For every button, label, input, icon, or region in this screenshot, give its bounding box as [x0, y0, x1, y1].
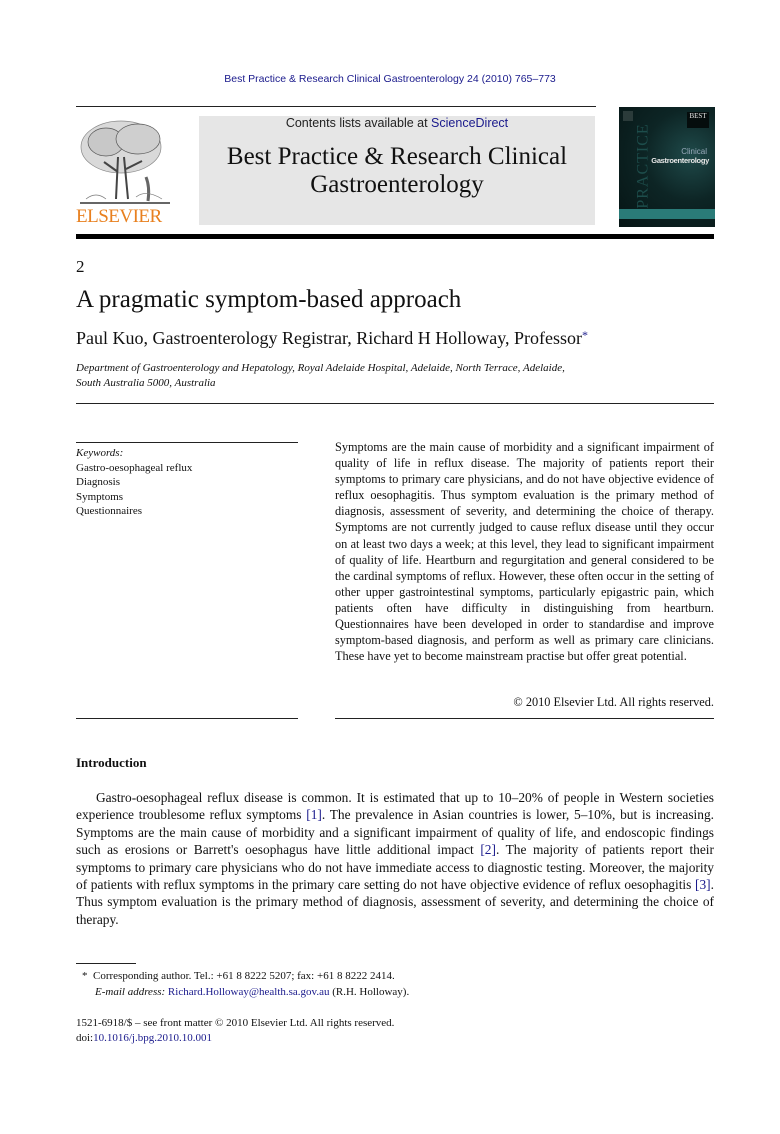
section-rule [76, 403, 714, 404]
keywords-label: Keywords: [76, 447, 124, 459]
footnote-marker: * [82, 970, 88, 982]
email-link[interactable]: Richard.Holloway@health.sa.gov.au [168, 986, 330, 998]
reference-link-3[interactable]: [3] [695, 877, 711, 892]
cover-badge: BEST [687, 112, 709, 128]
cover-band [619, 209, 715, 219]
email-suffix: (R.H. Holloway). [332, 986, 410, 998]
introduction-paragraph: Gastro-oesophageal reflux disease is com… [76, 789, 714, 928]
issn-line: 1521-6918/$ – see front matter © 2010 El… [76, 1017, 395, 1029]
front-matter: 1521-6918/$ – see front matter © 2010 El… [76, 1016, 394, 1046]
chapter-number: 2 [76, 257, 85, 276]
abstract-copyright: © 2010 Elsevier Ltd. All rights reserved… [513, 695, 714, 709]
keywords-rule-top [76, 442, 298, 443]
doi-prefix: doi: [76, 1032, 94, 1044]
cover-spine-text: PRACTICE [634, 123, 652, 209]
doi-line: doi:10.1016/j.bpg.2010.10.001 [76, 1031, 394, 1046]
contents-prefix: Contents lists available at [285, 116, 432, 130]
doi-link[interactable]: 10.1016/j.bpg.2010.10.001 [93, 1032, 212, 1044]
masthead-heavy-rule [76, 234, 714, 239]
footnote-email-line: E-mail address: Richard.Holloway@health.… [82, 984, 409, 1000]
footnote-phone-fax: Corresponding author. Tel.: +61 8 8222 5… [93, 970, 395, 982]
keyword-item: Diagnosis [76, 476, 120, 488]
journal-title-line2: Gastroenterology [310, 171, 484, 198]
keyword-item: Questionnaires [76, 505, 142, 517]
reference-link-2[interactable]: [2] [480, 842, 496, 857]
affiliation-line: South Australia 5000, Australia [76, 376, 216, 389]
keyword-item: Symptoms [76, 490, 124, 503]
journal-title-line1: Best Practice & Research Clinical [226, 143, 568, 170]
sciencedirect-link[interactable]: ScienceDirect [431, 116, 508, 130]
authors-text: Paul Kuo, Gastroenterology Registrar, Ri… [76, 328, 583, 348]
cover-title-small: Clinical [681, 147, 707, 156]
header-rule [76, 106, 596, 107]
section-heading-introduction: Introduction [76, 755, 147, 770]
journal-cover-image: BEST PRACTICE Clinical Gastroenterology [619, 107, 715, 227]
affiliation-line: Department of Gastroenterology and Hepat… [76, 362, 565, 374]
article-title: A pragmatic symptom-based approach [76, 286, 462, 313]
footnote-rule [76, 963, 136, 964]
footnote-contact: * Corresponding author. Tel.: +61 8 8222… [82, 968, 409, 984]
elsevier-wordmark: ELSEVIER [76, 206, 162, 227]
keywords-rule-bottom [76, 718, 298, 719]
abstract-rule-bottom [335, 718, 714, 719]
abstract-text: Symptoms are the main cause of morbidity… [335, 440, 714, 664]
journal-citation-link[interactable]: Best Practice & Research Clinical Gastro… [0, 73, 780, 85]
keyword-item: Gastro-oesophageal reflux [76, 461, 193, 474]
author-list: Paul Kuo, Gastroenterology Registrar, Ri… [76, 328, 588, 349]
cover-title-main: Gastroenterology [651, 156, 709, 165]
cover-publisher-logo-icon [623, 111, 633, 121]
corresponding-author-footnote: * Corresponding author. Tel.: +61 8 8222… [82, 968, 409, 1000]
corresponding-author-marker[interactable]: * [582, 328, 588, 342]
contents-availability: Contents lists available at ScienceDirec… [199, 116, 595, 130]
keywords-block: Keywords: Gastro-oesophageal reflux Diag… [76, 446, 192, 519]
journal-title: Best Practice & Research Clinical Gastro… [199, 143, 595, 199]
affiliation: Department of Gastroenterology and Hepat… [76, 361, 676, 390]
reference-link-1[interactable]: [1] [306, 807, 322, 822]
email-label: E-mail address: [95, 986, 166, 998]
